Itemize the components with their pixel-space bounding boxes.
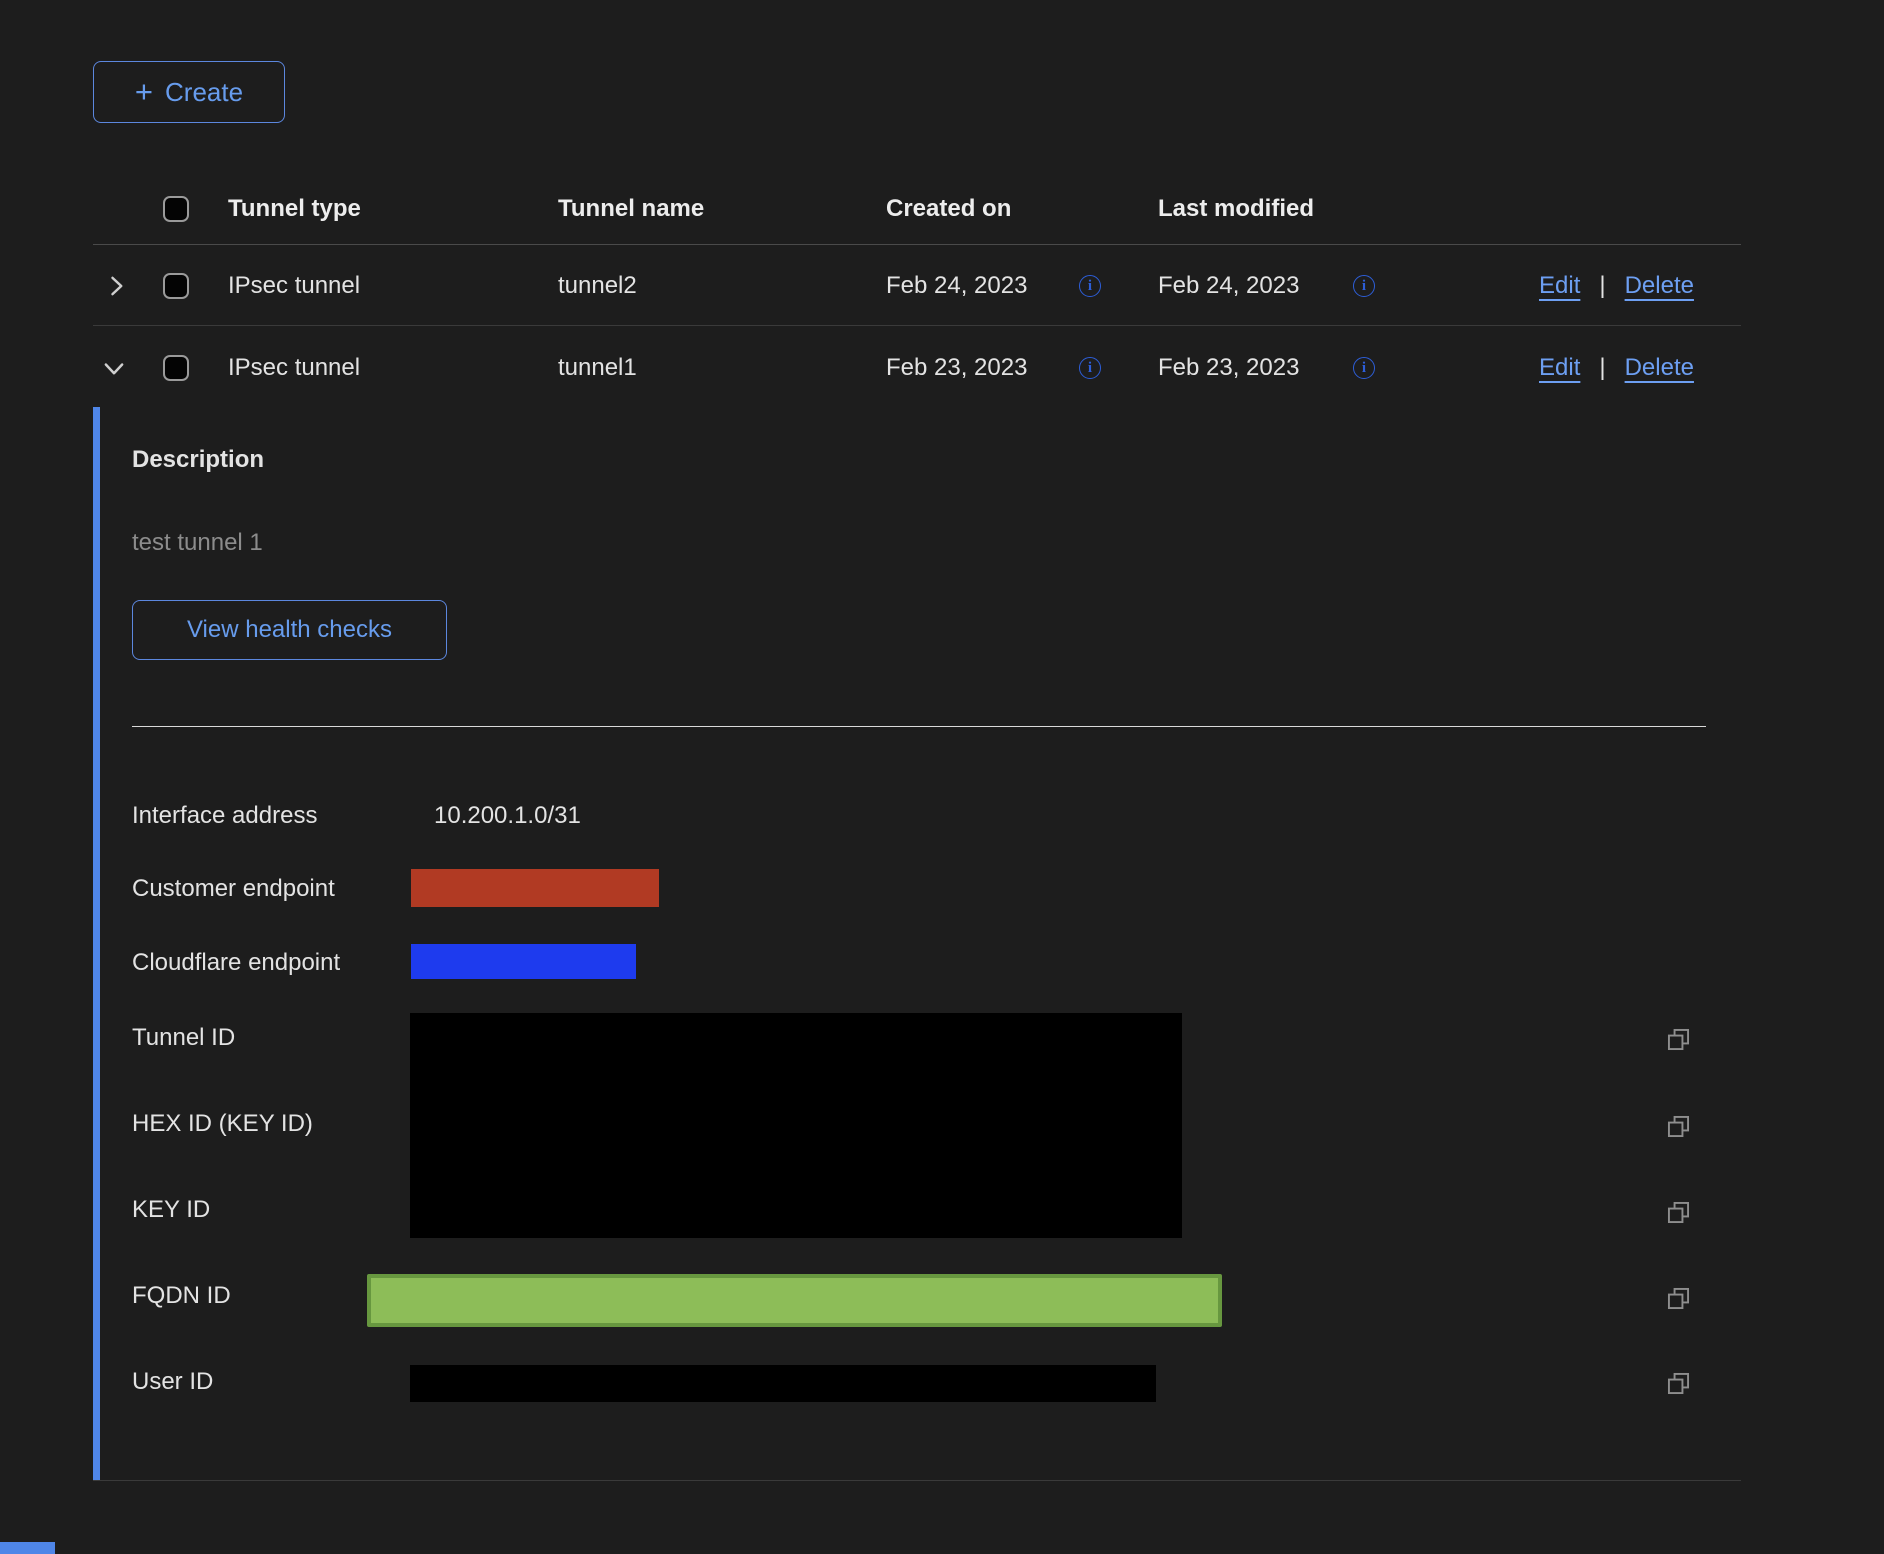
info-icon[interactable]: i — [1079, 357, 1101, 379]
tunnel-type-cell: IPsec tunnel — [228, 351, 360, 385]
field-label-tunnel-id: Tunnel ID — [132, 1021, 235, 1055]
column-header-tunnel-name: Tunnel name — [558, 192, 704, 226]
tunnel-name-cell: tunnel2 — [558, 269, 637, 303]
field-label-hex-id: HEX ID (KEY ID) — [132, 1107, 313, 1141]
row-checkbox[interactable] — [163, 273, 189, 299]
delete-link[interactable]: Delete — [1625, 269, 1694, 303]
description-label: Description — [132, 443, 264, 477]
tunnel-name-cell: tunnel1 — [558, 351, 637, 385]
redacted-value-fqdn-id — [367, 1274, 1222, 1327]
last-modified-cell: Feb 23, 2023 — [1158, 351, 1299, 385]
copy-icon[interactable] — [1662, 1367, 1694, 1399]
info-icon[interactable]: i — [1353, 357, 1375, 379]
copy-icon[interactable] — [1662, 1110, 1694, 1142]
delete-link[interactable]: Delete — [1625, 351, 1694, 385]
create-button-label: Create — [165, 77, 243, 108]
plus-icon: + — [135, 79, 153, 105]
action-separator: | — [1599, 351, 1605, 385]
expanded-row-indicator-bar — [93, 407, 100, 1480]
action-separator: | — [1599, 269, 1605, 303]
field-label-fqdn-id: FQDN ID — [132, 1279, 231, 1313]
copy-icon[interactable] — [1662, 1023, 1694, 1055]
column-header-last-modified: Last modified — [1158, 192, 1314, 226]
copy-icon[interactable] — [1662, 1196, 1694, 1228]
select-all-checkbox[interactable] — [163, 196, 189, 222]
table-bottom-divider — [93, 1480, 1741, 1481]
copy-icon[interactable] — [1662, 1282, 1694, 1314]
info-icon[interactable]: i — [1079, 275, 1101, 297]
view-health-checks-button[interactable]: View health checks — [132, 600, 447, 660]
field-label-user-id: User ID — [132, 1365, 213, 1399]
created-on-cell: Feb 24, 2023 — [886, 269, 1027, 303]
created-on-cell: Feb 23, 2023 — [886, 351, 1027, 385]
chevron-down-icon[interactable] — [100, 354, 128, 385]
field-label-customer-endpoint: Customer endpoint — [132, 872, 335, 906]
tunnel-type-cell: IPsec tunnel — [228, 269, 360, 303]
field-value-interface-address: 10.200.1.0/31 — [434, 799, 581, 833]
field-label-cloudflare-endpoint: Cloudflare endpoint — [132, 946, 340, 980]
last-modified-cell: Feb 24, 2023 — [1158, 269, 1299, 303]
chevron-right-icon[interactable] — [102, 272, 130, 303]
description-value: test tunnel 1 — [132, 526, 263, 560]
redacted-value-customer-endpoint — [411, 869, 659, 907]
row-divider — [93, 325, 1741, 326]
redacted-value-cloudflare-endpoint — [411, 944, 636, 979]
section-divider — [132, 726, 1706, 727]
info-icon[interactable]: i — [1353, 275, 1375, 297]
header-divider — [93, 244, 1741, 245]
redacted-value-ids-block — [410, 1013, 1182, 1238]
redacted-value-user-id — [410, 1365, 1156, 1402]
field-label-interface-address: Interface address — [132, 799, 317, 833]
edit-link[interactable]: Edit — [1539, 351, 1580, 385]
column-header-tunnel-type: Tunnel type — [228, 192, 361, 226]
row-checkbox[interactable] — [163, 355, 189, 381]
field-label-key-id: KEY ID — [132, 1193, 210, 1227]
create-button[interactable]: + Create — [93, 61, 285, 123]
bottom-edge-blue-element — [0, 1542, 55, 1554]
column-header-created-on: Created on — [886, 192, 1011, 226]
edit-link[interactable]: Edit — [1539, 269, 1580, 303]
